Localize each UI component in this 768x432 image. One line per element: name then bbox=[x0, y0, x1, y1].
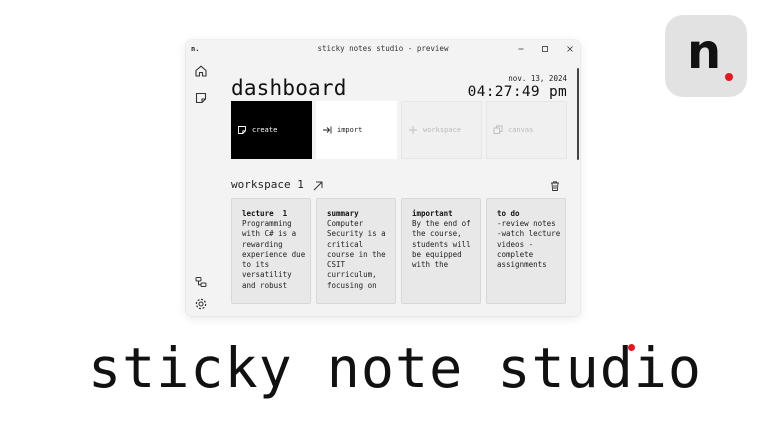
close-icon bbox=[567, 46, 573, 52]
brand-logo-letter: n bbox=[687, 24, 722, 80]
brand-logo-dot bbox=[725, 73, 733, 81]
note-body: Programming with C# is a rewarding exper… bbox=[242, 219, 306, 290]
workspace-label: workspace bbox=[423, 126, 461, 134]
brand-tagline: sticky note studio bbox=[88, 336, 703, 400]
tagline-accent-dot bbox=[628, 344, 635, 351]
nav-settings[interactable] bbox=[194, 296, 208, 310]
nav-notes[interactable] bbox=[194, 90, 208, 104]
note-body: -review notes -watch lecture videos -com… bbox=[497, 219, 561, 270]
create-label: create bbox=[252, 126, 278, 134]
date-display: nov. 13, 2024 bbox=[508, 74, 567, 83]
note-body: Computer Security is a critical course i… bbox=[327, 219, 386, 290]
canvas-label: canvas bbox=[508, 126, 534, 134]
close-button[interactable] bbox=[564, 43, 576, 55]
note-card[interactable]: important By the end of the course, stud… bbox=[401, 198, 481, 304]
note-title: important bbox=[412, 209, 453, 218]
flow-icon bbox=[195, 277, 207, 287]
copy-icon bbox=[493, 125, 503, 134]
trash-icon bbox=[551, 181, 559, 191]
import-button[interactable]: import bbox=[316, 101, 397, 159]
note-body: By the end of the course, students will … bbox=[412, 219, 471, 270]
minimize-button[interactable] bbox=[515, 43, 527, 55]
note-title: summary bbox=[327, 209, 359, 218]
maximize-icon bbox=[542, 46, 548, 52]
nav-flow[interactable] bbox=[194, 274, 208, 288]
gear-icon bbox=[195, 298, 207, 310]
note-title: lecture 1 bbox=[242, 209, 288, 218]
open-workspace-button[interactable] bbox=[312, 177, 324, 191]
delete-workspace-button[interactable] bbox=[549, 177, 561, 191]
maximize-button[interactable] bbox=[539, 43, 551, 55]
minimize-icon bbox=[518, 48, 524, 50]
time-display: 04:27:49 pm bbox=[467, 84, 567, 100]
import-label: import bbox=[337, 126, 363, 134]
plus-icon bbox=[409, 126, 417, 134]
title-bar[interactable]: n. sticky notes studio - preview bbox=[186, 40, 580, 58]
create-button[interactable]: create bbox=[231, 101, 312, 159]
note-card[interactable]: summary Computer Security is a critical … bbox=[316, 198, 396, 304]
import-icon bbox=[323, 126, 332, 134]
sticky-note-icon bbox=[195, 92, 207, 104]
arrow-up-right-icon bbox=[313, 181, 323, 191]
note-title: to do bbox=[497, 209, 520, 218]
sticky-note-icon bbox=[238, 126, 246, 134]
home-icon bbox=[195, 65, 207, 77]
page-title: dashboard bbox=[231, 76, 347, 100]
canvas-button[interactable]: canvas bbox=[486, 101, 567, 159]
scrollbar[interactable] bbox=[577, 68, 579, 160]
nav-home[interactable] bbox=[194, 63, 208, 77]
note-card[interactable]: to do -review notes -watch lecture video… bbox=[486, 198, 566, 304]
note-card[interactable]: lecture 1 Programming with C# is a rewar… bbox=[231, 198, 311, 304]
workspace-title: workspace 1 bbox=[231, 178, 304, 191]
workspace-button[interactable]: workspace bbox=[401, 101, 482, 159]
